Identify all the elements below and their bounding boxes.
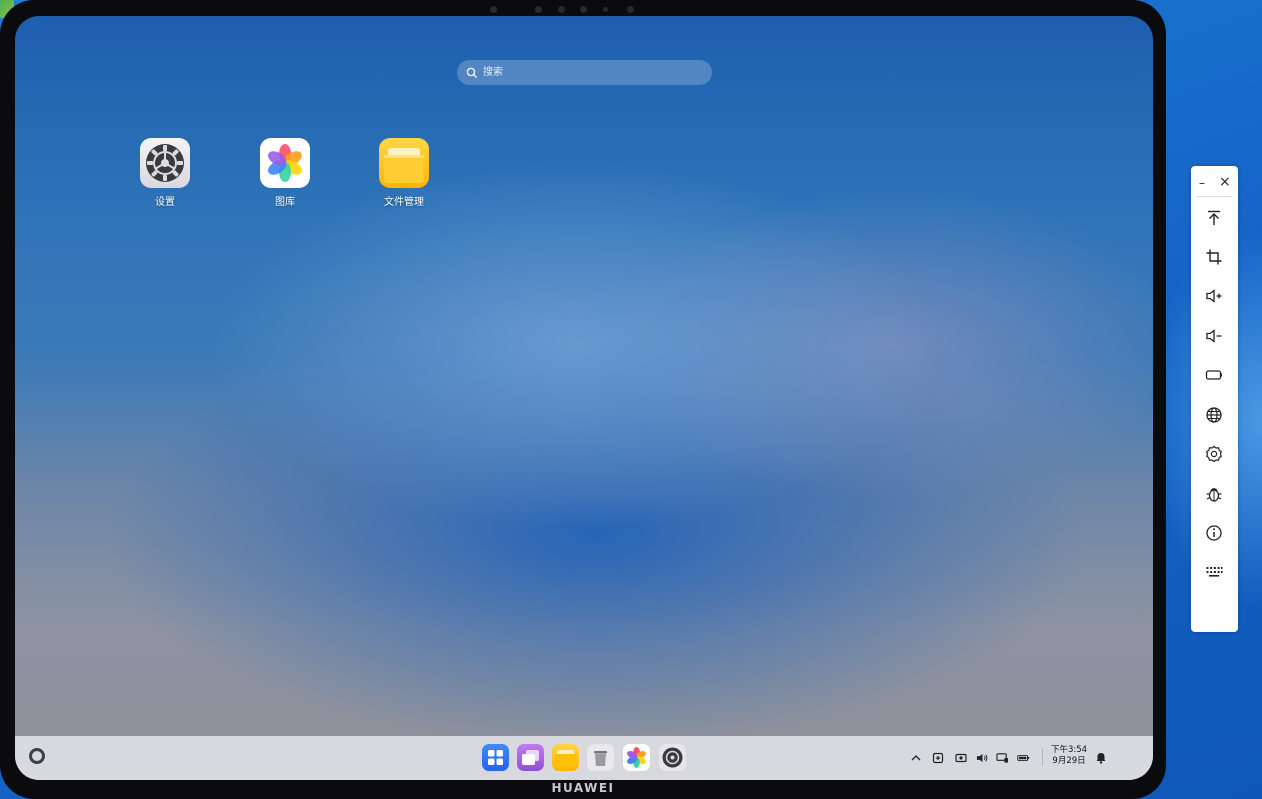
clock-time: 下午3:54	[1051, 745, 1088, 755]
settings-icon[interactable]	[659, 744, 686, 771]
camera-dot	[535, 6, 542, 13]
volume-icon[interactable]	[976, 751, 989, 764]
file-manager-icon[interactable]	[552, 744, 579, 771]
search-input[interactable]	[481, 66, 705, 79]
clock[interactable]: 下午3:54 9月29日	[1051, 745, 1087, 767]
start-button[interactable]	[29, 748, 45, 764]
desktop-icon-label: 文件管理	[384, 197, 424, 208]
folder-icon	[379, 138, 429, 188]
volume-down-icon[interactable]	[1204, 326, 1224, 346]
tablet-screen: 设置 图库	[15, 16, 1153, 780]
search-bar[interactable]	[457, 60, 712, 85]
close-button[interactable]: ×	[1219, 174, 1231, 190]
desktop-icon-label: 设置	[155, 197, 175, 208]
camera-dot	[490, 6, 497, 13]
globe-icon[interactable]	[1204, 405, 1224, 425]
chevron-up-icon[interactable]	[909, 751, 922, 764]
gallery-icon[interactable]	[623, 744, 650, 771]
desktop-icon-gallery[interactable]: 图库	[250, 138, 320, 208]
camera-dot	[627, 6, 634, 13]
clock-date: 9月29日	[1052, 756, 1086, 766]
sensor-dot	[603, 7, 608, 12]
input-method-icon[interactable]	[931, 751, 944, 764]
emulator-toolbar: – ×	[1191, 166, 1238, 632]
bell-icon[interactable]	[1094, 751, 1107, 764]
search-icon	[466, 67, 477, 78]
crop-icon[interactable]	[1204, 247, 1224, 267]
tray-separator	[1042, 748, 1043, 766]
toolbar-header: – ×	[1191, 172, 1238, 192]
desktop-icon-settings[interactable]: 设置	[130, 138, 200, 208]
tablet-frame: 设置 图库	[0, 0, 1166, 799]
battery-icon	[1017, 751, 1030, 764]
multitask-icon[interactable]	[517, 744, 544, 771]
cast-icon[interactable]	[996, 751, 1009, 764]
gallery-flower-icon	[260, 138, 310, 188]
info-icon[interactable]	[1204, 523, 1224, 543]
settings-gear-icon	[140, 138, 190, 188]
bug-icon[interactable]	[1204, 484, 1224, 504]
volume-up-icon[interactable]	[1204, 286, 1224, 306]
camera-dot	[558, 6, 565, 13]
taskbar-dock: 下午3:54 9月29日	[15, 736, 1153, 780]
desktop-icon-files[interactable]: 文件管理	[369, 138, 439, 208]
desktop-icon-label: 图库	[275, 197, 295, 208]
screen-capture-icon[interactable]	[954, 751, 967, 764]
minimize-button[interactable]: –	[1199, 176, 1205, 190]
camera-dot	[580, 6, 587, 13]
upload-icon[interactable]	[1204, 208, 1224, 228]
toolbar-divider	[1197, 196, 1232, 197]
device-brand: HUAWEI	[551, 781, 615, 795]
power-icon[interactable]	[1204, 365, 1224, 385]
trash-icon[interactable]	[587, 744, 614, 771]
settings-icon[interactable]	[1204, 444, 1224, 464]
app-center-icon[interactable]	[482, 744, 509, 771]
keyboard-icon[interactable]	[1204, 563, 1224, 583]
